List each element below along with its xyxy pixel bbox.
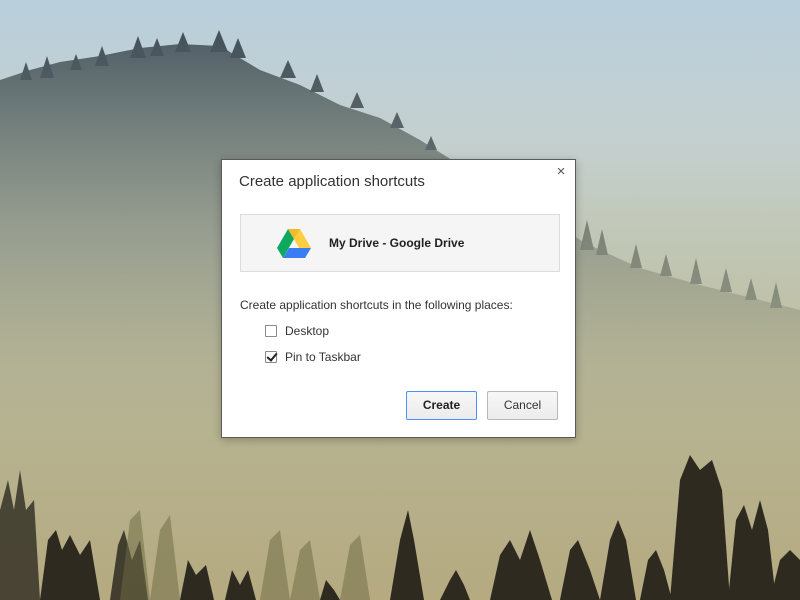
places-label: Create application shortcuts in the foll…: [240, 298, 513, 312]
desktop-wallpaper: Create application shortcuts × My Drive …: [0, 0, 800, 600]
create-shortcuts-dialog: Create application shortcuts × My Drive …: [221, 159, 576, 438]
app-name: My Drive - Google Drive: [329, 236, 465, 250]
desktop-option[interactable]: Desktop: [265, 323, 329, 339]
close-icon[interactable]: ×: [553, 164, 569, 180]
app-info-panel: My Drive - Google Drive: [240, 214, 560, 272]
dialog-title: Create application shortcuts: [239, 173, 425, 190]
create-button[interactable]: Create: [406, 391, 477, 420]
taskbar-option[interactable]: Pin to Taskbar: [265, 349, 361, 365]
desktop-checkbox[interactable]: [265, 325, 277, 337]
google-drive-icon: [277, 229, 311, 258]
cancel-button[interactable]: Cancel: [487, 391, 558, 420]
taskbar-option-label: Pin to Taskbar: [285, 350, 361, 364]
desktop-option-label: Desktop: [285, 324, 330, 338]
taskbar-checkbox[interactable]: [265, 351, 277, 363]
